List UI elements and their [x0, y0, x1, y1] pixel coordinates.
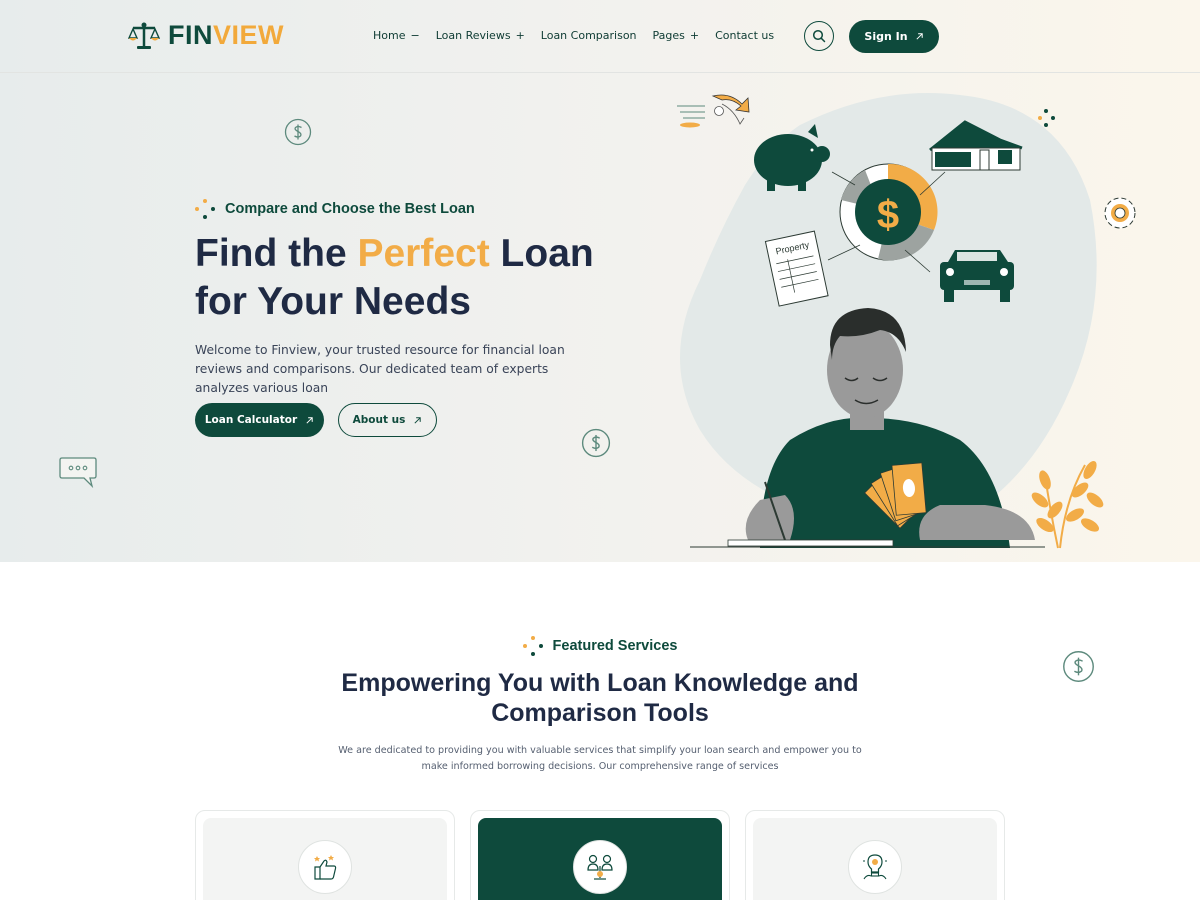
gear-icon: [1104, 197, 1136, 229]
hero-illustration: $ Property: [677, 93, 1136, 549]
expand-icon: +: [689, 29, 700, 42]
arrow-up-right-icon: [916, 33, 923, 40]
brand-name: FINVIEW: [168, 20, 285, 50]
svg-text:$: $: [877, 193, 899, 237]
nav-item-label: Home: [373, 29, 406, 42]
dots-icon: [195, 199, 215, 219]
search-button[interactable]: [804, 21, 834, 51]
service-card[interactable]: [195, 810, 455, 900]
nav-item-pages[interactable]: Pages +: [653, 29, 700, 42]
dots-icon: [1038, 109, 1055, 127]
nav-item-label: Pages: [652, 29, 685, 42]
sign-in-button[interactable]: Sign In: [849, 20, 939, 53]
sign-in-label: Sign In: [864, 30, 908, 43]
hero-eyebrow: Compare and Choose the Best Loan: [195, 199, 475, 219]
service-icon-wrapper: [573, 840, 627, 894]
arrow-up-right-icon: [306, 416, 313, 424]
featured-title: Empowering You with Loan Knowledge and C…: [341, 669, 859, 727]
collapse-icon: −: [410, 29, 420, 42]
service-card-active[interactable]: [470, 810, 730, 900]
nav-item-loan-reviews[interactable]: Loan Reviews +: [436, 29, 525, 42]
scales-logo-icon: [128, 22, 160, 49]
brand-logo[interactable]: FINVIEW: [128, 20, 284, 51]
site-header: FINVIEW Home − Loan Reviews + Loan Compa…: [0, 0, 1200, 73]
nav-item-label: Contact us: [715, 29, 775, 42]
dots-icon: [522, 636, 543, 656]
hero-eyebrow-text: Compare and Choose the Best Loan: [225, 201, 475, 217]
search-icon: [812, 29, 826, 43]
about-us-label: About us: [352, 414, 406, 426]
service-card-body: [753, 818, 997, 900]
service-card[interactable]: [745, 810, 1005, 900]
featured-description: We are dedicated to providing you with v…: [338, 745, 862, 772]
nav-item-loan-comparison[interactable]: Loan Comparison: [541, 29, 637, 42]
nav-item-label: Loan Reviews: [435, 29, 511, 42]
loan-calculator-button[interactable]: Loan Calculator: [195, 403, 324, 437]
people-balance-icon: [587, 854, 613, 880]
flying-money-icon: [677, 94, 750, 128]
hero-section: FINVIEW Home − Loan Reviews + Loan Compa…: [0, 0, 1200, 562]
nav-item-label: Loan Comparison: [540, 29, 637, 42]
loan-calculator-label: Loan Calculator: [204, 414, 298, 426]
main-nav: Home − Loan Reviews + Loan Comparison Pa…: [373, 29, 774, 42]
plant-icon: [1031, 460, 1104, 549]
about-us-button[interactable]: About us: [338, 403, 437, 437]
arrow-up-right-icon: [414, 416, 422, 424]
featured-eyebrow-text: Featured Services: [552, 638, 678, 654]
chat-bubble-icon: [59, 457, 97, 488]
dollar-circle-icon: [284, 118, 312, 146]
service-card-body: [203, 818, 447, 900]
service-icon-wrapper: [298, 840, 352, 894]
service-card-body: [478, 818, 722, 900]
service-icon-wrapper: [848, 840, 902, 894]
lightbulb-idea-icon: [863, 854, 887, 880]
nav-item-contact-us[interactable]: Contact us: [715, 29, 774, 42]
dollar-circle-icon: [581, 428, 611, 458]
expand-icon: +: [515, 29, 525, 42]
thumbs-up-stars-icon: [314, 855, 337, 880]
hero-title: Find the Perfect Loan for Your Needs: [195, 232, 594, 323]
nav-item-home[interactable]: Home −: [373, 29, 420, 42]
featured-eyebrow: Featured Services: [0, 636, 1200, 656]
hero-description: Welcome to Finview, your trusted resourc…: [195, 343, 565, 395]
